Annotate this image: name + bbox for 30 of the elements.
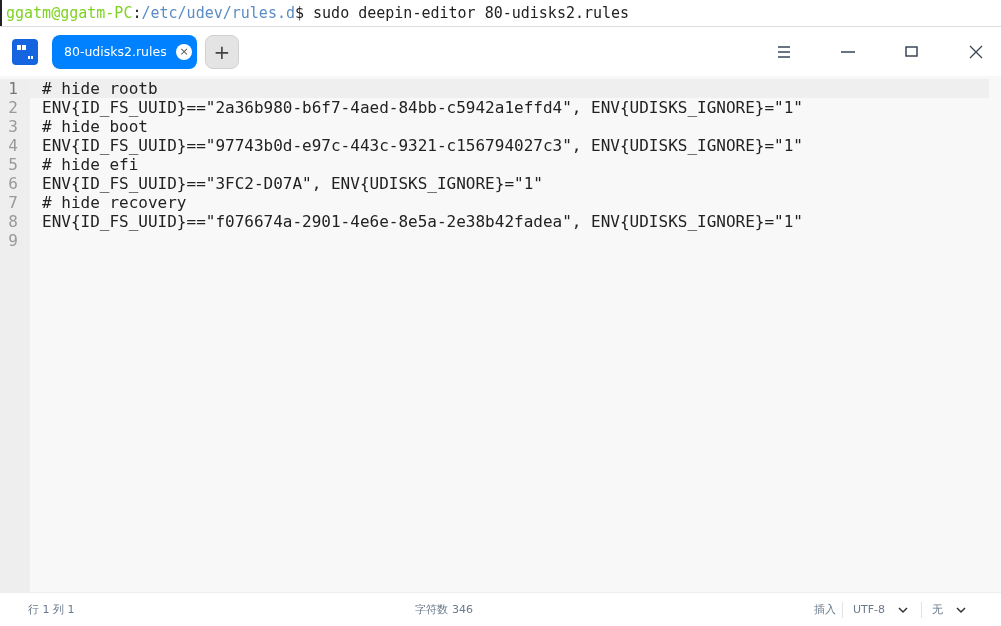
line-number: 9: [7, 231, 19, 250]
code-line: ENV{ID_FS_UUID}=="97743b0d-e97c-443c-9321-c156794027c3", ENV{UDISKS_IGNORE}="1": [41, 136, 804, 155]
close-icon: [968, 43, 984, 60]
close-tab-button[interactable]: ×: [176, 43, 192, 60]
line-number: 7: [7, 193, 19, 212]
cursor-position: 行 1 列 1: [28, 602, 75, 617]
menu-icon: [776, 43, 792, 60]
encoding-dropdown[interactable]: UTF-8: [848, 601, 915, 618]
maximize-icon: [904, 43, 920, 60]
insert-mode: 插入: [813, 602, 836, 617]
code-line: ENV{ID_FS_UUID}=="2a36b980-b6f7-4aed-84bb-c5942a1effd4", ENV{UDISKS_IGNORE}="1": [41, 98, 804, 117]
line-number: 4: [7, 136, 19, 155]
file-tab[interactable]: 80-udisks2.rules ×: [52, 34, 197, 69]
code-line: # hide boot: [41, 117, 149, 136]
line-number: 2: [7, 98, 19, 117]
code-line: ENV{ID_FS_UUID}=="f076674a-2901-4e6e-8e5a-2e38b42fadea", ENV{UDISKS_IGNORE}="1": [41, 212, 804, 231]
app-icon: [12, 38, 38, 65]
highlight-dropdown[interactable]: 无: [928, 601, 973, 618]
new-tab-button[interactable]: +: [205, 34, 239, 69]
line-number: 5: [7, 155, 19, 174]
line-number: 3: [7, 117, 19, 136]
code-line: # hide efi: [41, 155, 140, 174]
code-line: # hide recovery: [41, 193, 188, 212]
line-number: 8: [7, 212, 19, 231]
line-number: 1: [7, 79, 19, 98]
line-number: 6: [7, 174, 19, 193]
character-count: 字符数 346: [414, 602, 474, 617]
minimize-icon: [841, 50, 855, 53]
terminal-command-line: ggatm@ggatm-PC:/etc/udev/rules.d$ sudo deepin-editor 80-udisks2.rules: [0, 0, 1001, 26]
code-line: ENV{ID_FS_UUID}=="3FC2-D07A", ENV{UDISKS_IGNORE}="1": [41, 174, 544, 193]
